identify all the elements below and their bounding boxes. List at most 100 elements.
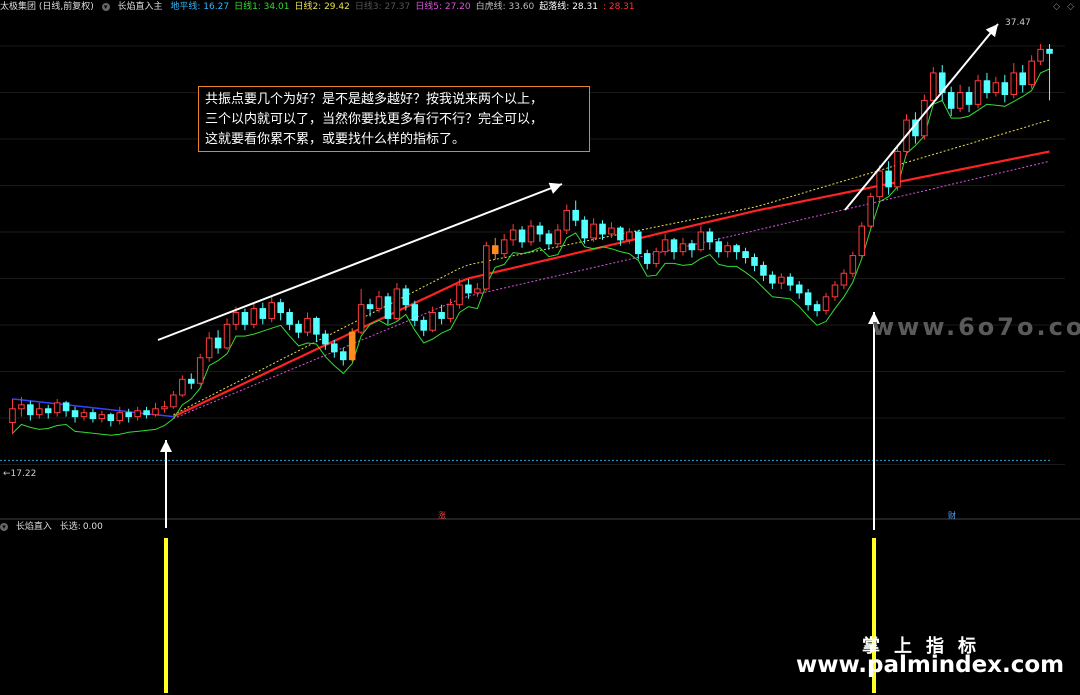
- candle-body: [152, 408, 159, 416]
- candle-body: [688, 243, 696, 251]
- indicator-toggle-icon[interactable]: ▾: [101, 2, 110, 11]
- candle-body: [456, 284, 463, 306]
- candle-body: [411, 304, 419, 321]
- candle-body: [849, 255, 857, 274]
- candle-body: [143, 410, 150, 416]
- candle-body: [134, 410, 141, 418]
- candle-body: [44, 408, 52, 414]
- candle-body: [876, 170, 883, 198]
- indicator-value: 地平线: 16.27: [170, 2, 230, 12]
- candle-body: [661, 239, 669, 253]
- candle-body: [947, 92, 955, 109]
- indicator-name[interactable]: 长焰直入主: [118, 2, 163, 12]
- high-price-label: 37.47: [1005, 18, 1031, 28]
- sub-indicator-value: 0.00: [82, 522, 103, 532]
- indicator-value: 日线1: 34.01: [234, 2, 290, 12]
- candle-body: [831, 284, 839, 298]
- candle-body: [474, 288, 481, 294]
- candle-body: [983, 80, 991, 94]
- candle-body: [241, 312, 249, 325]
- candle-body: [223, 323, 231, 349]
- candle-body: [375, 296, 383, 310]
- candle-body: [822, 296, 830, 312]
- candle-body: [518, 229, 526, 243]
- candle-body: [268, 302, 276, 319]
- sub-indicator-toggle-icon[interactable]: ▾: [0, 522, 8, 531]
- candle-body: [170, 394, 177, 408]
- candle-body: [1028, 60, 1035, 86]
- candle-body: [125, 412, 132, 418]
- candle-body: [429, 312, 436, 331]
- candle-body: [804, 292, 812, 306]
- candle-body: [71, 410, 79, 418]
- candle-body: [188, 378, 195, 384]
- candle-body: [509, 229, 517, 241]
- candle-body: [867, 196, 874, 227]
- candle-body: [742, 251, 749, 259]
- candle-body: [483, 245, 490, 290]
- watermark-site-small: www.6o7o.com: [872, 313, 1080, 341]
- ma-line: [173, 119, 1050, 416]
- close-icon[interactable]: ◇: [1067, 2, 1074, 12]
- indicator-value: 白虎线: 33.60: [475, 2, 535, 12]
- indicator-value: 日线2: 29.42: [294, 2, 350, 12]
- candle-body: [786, 276, 794, 286]
- candle-body: [572, 209, 579, 221]
- candle-body: [590, 223, 597, 239]
- indicator-value: 日线5: 27.20: [415, 2, 471, 12]
- candle-body: [626, 231, 633, 241]
- candle-body: [1010, 72, 1018, 96]
- candle-body: [9, 408, 16, 424]
- candle-body: [402, 288, 410, 306]
- candle-body: [196, 357, 204, 384]
- candle-body: [1046, 48, 1053, 54]
- candle-body: [706, 231, 714, 243]
- candle-body: [500, 239, 508, 255]
- signal-arrow-head: [160, 440, 172, 452]
- stock-name[interactable]: 太极集团 (日线,前复权): [0, 2, 94, 12]
- candle-body: [608, 227, 615, 235]
- candle-body: [286, 312, 293, 325]
- finance-marker: 财: [948, 510, 956, 520]
- candle-body: [921, 99, 928, 137]
- sub-indicator-name[interactable]: 长焰直入: [16, 522, 52, 532]
- ma-line: [173, 160, 1050, 420]
- candle-body: [89, 412, 97, 420]
- candle-body: [599, 223, 606, 235]
- candle-body: [366, 304, 374, 310]
- candle-body: [885, 170, 892, 188]
- candle-body: [581, 219, 588, 239]
- candle-body: [1037, 48, 1044, 62]
- indicator-value: : 28.31: [602, 2, 635, 12]
- candle-body: [635, 231, 642, 255]
- candle-body: [1019, 72, 1026, 86]
- candle-body: [769, 274, 776, 284]
- candle-body: [98, 414, 106, 420]
- candle-body: [679, 243, 687, 253]
- candle-body: [447, 304, 454, 319]
- candle-body: [250, 308, 258, 325]
- candle-body: [617, 227, 624, 241]
- signal-bar: [164, 538, 168, 693]
- candle-body: [420, 319, 427, 331]
- candle-body: [491, 245, 499, 255]
- candle-body: [751, 257, 758, 266]
- candle-body: [545, 233, 553, 245]
- candle-body: [161, 406, 168, 410]
- candle-body: [339, 351, 347, 361]
- annotation-line: 这就要看你累不累，或要找什么样的指标了。: [205, 132, 466, 147]
- candle-body: [18, 404, 25, 410]
- candle-body: [760, 264, 767, 276]
- trend-arrow: [844, 23, 999, 211]
- candle-body: [214, 337, 222, 349]
- candle-body: [393, 288, 401, 319]
- indicator-value: 日线3: 27.37: [354, 2, 411, 12]
- candle-body: [62, 402, 70, 412]
- candle-body: [536, 225, 544, 235]
- candle-body: [53, 402, 61, 414]
- candle-body: [80, 412, 88, 418]
- candle-body: [259, 308, 267, 319]
- candle-body: [465, 284, 472, 294]
- candle-body: [697, 231, 705, 251]
- settings-icon[interactable]: ◇: [1053, 2, 1060, 12]
